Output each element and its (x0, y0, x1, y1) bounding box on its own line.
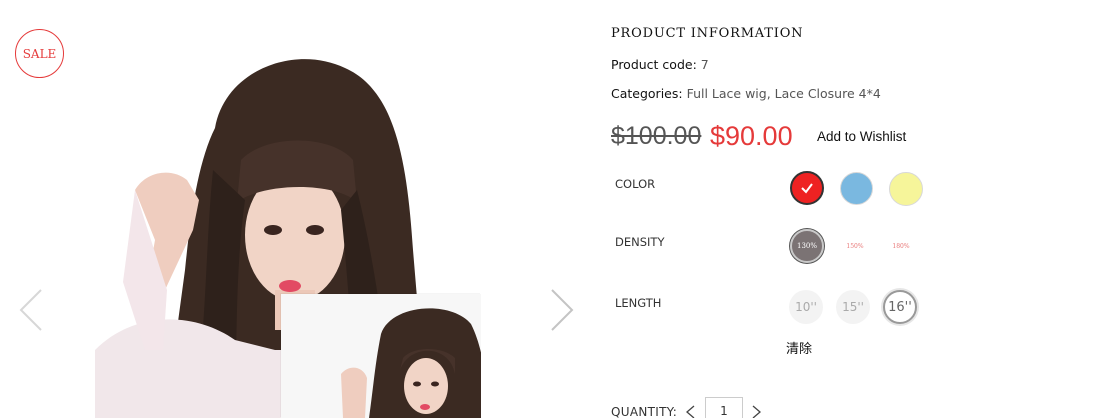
color-swatch-red[interactable] (790, 171, 824, 205)
product-code-value: 7 (700, 57, 709, 72)
product-code-label: Product code: (611, 57, 697, 72)
color-swatch-yellow[interactable] (889, 172, 923, 206)
quantity-input[interactable] (705, 397, 743, 418)
chevron-right-icon[interactable] (548, 288, 576, 332)
product-code-row: Product code: 7 (611, 57, 709, 72)
length-option-15[interactable]: 15'' (836, 290, 870, 324)
zoom-lens (281, 294, 481, 418)
clear-selection-link[interactable]: 清除 (786, 338, 812, 357)
categories-row: Categories: Full Lace wig, Lace Closure … (611, 86, 881, 101)
chevron-left-icon[interactable] (17, 288, 45, 332)
zoom-preview-image (281, 294, 481, 418)
product-gallery: SALE (0, 0, 595, 418)
chevron-right-icon[interactable] (751, 404, 763, 418)
length-option-16[interactable]: 16'' (883, 290, 917, 324)
density-option-180[interactable]: 180% (884, 229, 918, 263)
categories-label: Categories: (611, 86, 683, 101)
length-label: LENGTH (615, 296, 662, 310)
density-option-130[interactable]: 130% (790, 229, 824, 263)
color-swatch-blue[interactable] (840, 172, 873, 205)
length-option-10[interactable]: 10'' (789, 290, 823, 324)
color-label: COLOR (615, 177, 656, 191)
density-option-150[interactable]: 150% (838, 229, 872, 263)
categories-links[interactable]: Full Lace wig, Lace Closure 4*4 (687, 86, 881, 101)
quantity-label: QUANTITY: (611, 405, 678, 418)
density-label: DENSITY (615, 235, 665, 249)
product-info-panel: PRODUCT INFORMATION Product code: 7 Cate… (611, 0, 1091, 418)
check-icon (801, 183, 813, 194)
original-price: $100.00 (611, 122, 702, 150)
sale-badge: SALE (15, 29, 64, 78)
add-to-wishlist-link[interactable]: Add to Wishlist (817, 129, 906, 144)
sale-price: $90.00 (710, 121, 793, 151)
chevron-left-icon[interactable] (684, 404, 696, 418)
section-title: PRODUCT INFORMATION (611, 26, 804, 41)
